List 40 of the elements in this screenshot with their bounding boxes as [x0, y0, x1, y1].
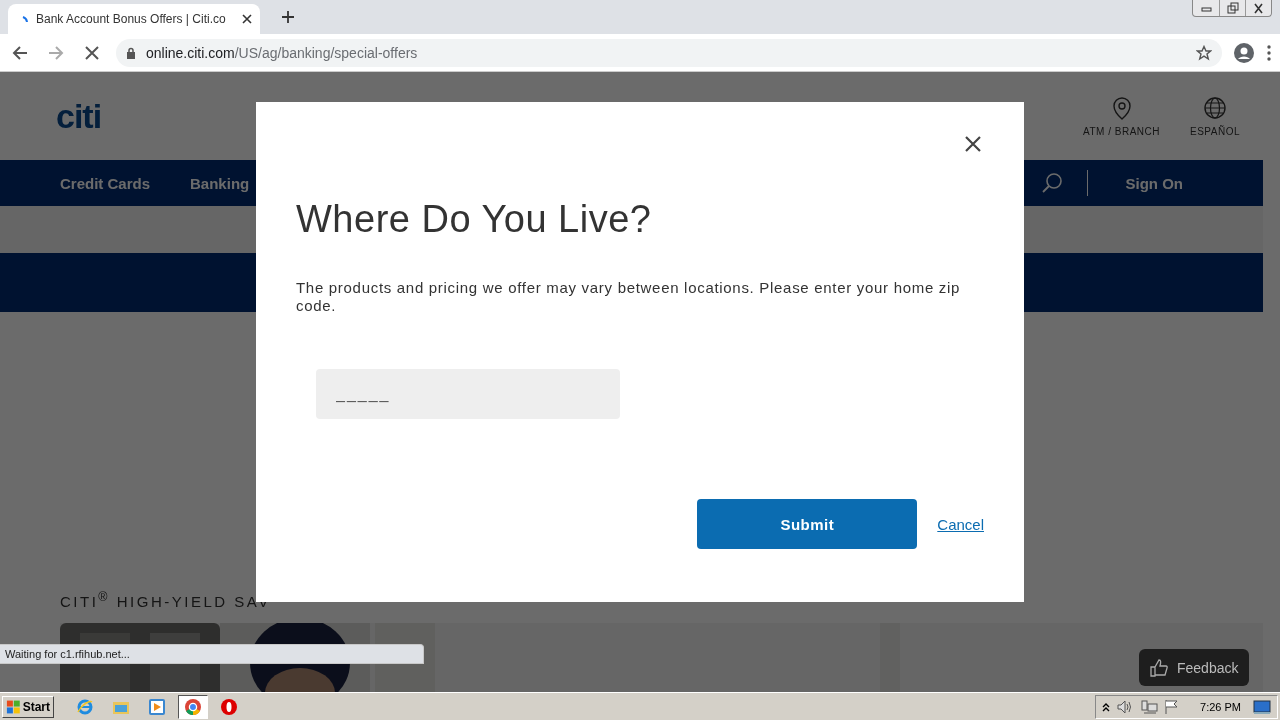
zip-code-field[interactable]: _____: [316, 369, 620, 419]
start-button[interactable]: Start: [2, 695, 54, 718]
nav-item[interactable]: Credit Cards: [60, 174, 151, 192]
back-arrow-icon[interactable]: [11, 43, 29, 62]
account-icon[interactable]: [1234, 42, 1254, 63]
browser-tab[interactable]: Bank Account Bonus Offers | Citi.co: [8, 4, 260, 34]
utility-link[interactable]: ESPAÑOL: [1190, 95, 1240, 137]
cancel-link[interactable]: Cancel: [937, 515, 984, 533]
dialog-title: Where Do You Live?: [296, 198, 653, 241]
status-bubble: Waiting for c1.rfihub.net...: [0, 644, 424, 664]
network-icon[interactable]: [1140, 698, 1159, 715]
close-icon[interactable]: [1251, 1, 1266, 15]
windows-logo-icon: [6, 698, 21, 715]
submit-button[interactable]: Submit: [697, 499, 918, 549]
internet-explorer-icon: [76, 697, 94, 716]
lock-icon: [126, 46, 136, 59]
plus-icon[interactable]: [281, 10, 295, 24]
stop-icon[interactable]: [83, 43, 101, 62]
chrome-icon: [184, 697, 202, 716]
sign-on-link[interactable]: Sign On: [1125, 174, 1183, 192]
restore-icon[interactable]: [1225, 1, 1240, 15]
close-icon[interactable]: [242, 14, 252, 24]
loading-spinner-icon: [22, 15, 28, 23]
star-icon[interactable]: [1196, 44, 1212, 61]
close-icon[interactable]: [964, 135, 982, 153]
utility-link[interactable]: ATM / BRANCH: [1083, 95, 1160, 137]
search-icon[interactable]: [1040, 172, 1063, 194]
dialog-text: The products and pricing we offer may vary between locations. Please enter your home zip code.: [296, 279, 962, 315]
clock: 7:26 PM: [1200, 700, 1241, 713]
thumbs-up-icon: [1149, 657, 1169, 678]
nav-item[interactable]: Banking: [190, 174, 250, 192]
taskbar-app[interactable]: [178, 694, 208, 719]
opera-icon: [220, 697, 238, 716]
feedback-button[interactable]: Feedback: [1139, 649, 1249, 686]
globe-icon: [1204, 95, 1226, 120]
media-player-icon: [148, 697, 166, 716]
tab-title: Bank Account Bonus Offers | Citi.co: [36, 12, 227, 26]
map-pin-icon: [1110, 95, 1133, 120]
menu-icon[interactable]: [1266, 43, 1272, 62]
show-desktop-icon[interactable]: [1253, 698, 1271, 715]
